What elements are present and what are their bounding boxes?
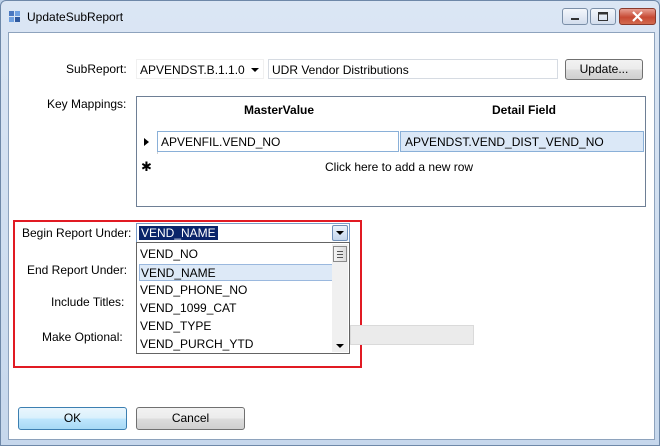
dropdown-option[interactable]: VEND_PURCH_YTD [139,336,333,353]
row-indicator[interactable] [137,131,158,154]
begin-report-label: Begin Report Under: [22,226,132,240]
dropdown-option[interactable]: VEND_NO [139,246,333,263]
key-mappings-grid[interactable]: MasterValue Detail Field APVENFIL.VEND_N… [136,96,646,207]
ok-button[interactable]: OK [18,407,127,430]
update-button[interactable]: Update... [565,59,643,80]
subreport-description-field[interactable]: UDR Vendor Distributions [268,59,558,79]
dialog-client-area: SubReport: APVENDST.B.1.1.0 UDR Vendor D… [8,32,655,440]
master-value-cell[interactable]: APVENFIL.VEND_NO [157,131,399,152]
begin-report-combo[interactable]: VEND_NAME [136,223,350,243]
end-report-label: End Report Under: [27,263,128,277]
new-row[interactable]: ✱ Click here to add a new row [137,157,645,177]
key-mappings-label: Key Mappings: [47,97,127,111]
make-optional-label: Make Optional: [42,330,123,344]
scroll-down-icon[interactable] [336,344,344,348]
table-row[interactable]: APVENFIL.VEND_NO APVENDST.VEND_DIST_VEND… [137,131,645,154]
column-header-detail[interactable]: Detail Field [492,103,556,117]
maximize-button[interactable] [590,8,616,25]
chevron-down-icon [336,231,344,235]
grip-icon [337,257,343,258]
begin-report-selected-value: VEND_NAME [139,226,218,240]
grip-icon [337,251,343,252]
dropdown-option[interactable]: VEND_PHONE_NO [139,282,333,299]
subreport-label: SubReport: [66,62,127,76]
grip-icon [337,254,343,255]
close-icon [632,11,643,22]
new-row-star-icon: ✱ [141,159,152,174]
scrollbar-thumb[interactable] [333,246,347,262]
dropdown-option[interactable]: VEND_TYPE [139,318,333,335]
title-bar[interactable]: UpdateSubReport [1,1,659,33]
minimize-button[interactable] [562,8,588,25]
detail-field-cell[interactable]: APVENDST.VEND_DIST_VEND_NO [400,131,644,152]
minimize-icon [571,18,579,20]
close-button[interactable] [619,8,656,25]
dropdown-list[interactable]: VEND_NO VEND_NAME VEND_PHONE_NO VEND_109… [136,242,350,354]
include-titles-label: Include Titles: [51,295,125,309]
dropdown-button[interactable] [332,225,348,241]
dropdown-option-selected[interactable]: VEND_NAME [139,264,333,281]
subreport-combo[interactable]: APVENDST.B.1.1.0 [136,59,264,79]
chevron-down-icon [251,68,259,72]
column-header-master[interactable]: MasterValue [244,103,314,117]
subreport-code: APVENDST.B.1.1.0 [140,63,245,77]
make-optional-field [350,325,474,345]
row-pointer-icon [144,138,149,146]
dropdown-option[interactable]: VEND_1099_CAT [139,300,333,317]
cancel-button[interactable]: Cancel [136,407,245,430]
dropdown-scrollbar[interactable] [332,244,348,352]
new-row-text: Click here to add a new row [325,160,474,174]
update-subreport-window: UpdateSubReport SubReport: APVENDST.B.1.… [0,0,660,446]
window-title: UpdateSubReport [27,10,124,24]
maximize-icon [598,12,608,21]
window-app-icon [9,11,20,22]
